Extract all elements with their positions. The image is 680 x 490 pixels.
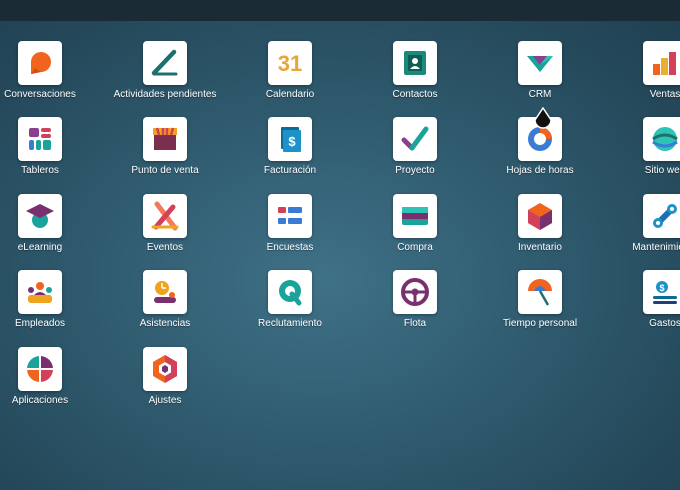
app-elearning[interactable]: eLearning	[0, 194, 95, 253]
app-label: Asistencias	[139, 318, 191, 329]
app-ajustes[interactable]: Ajustes	[110, 347, 220, 406]
app-label: Punto de venta	[131, 165, 199, 176]
crm-icon	[518, 41, 562, 85]
dollar-symbol: $	[288, 134, 296, 149]
app-conversaciones[interactable]: Conversaciones	[0, 41, 95, 100]
app-label: Tiempo personal	[502, 318, 578, 329]
cursor-icon	[534, 107, 552, 129]
website-icon	[643, 117, 680, 161]
app-label: Ventas	[649, 89, 680, 100]
app-label: Reclutamiento	[258, 318, 322, 329]
elearning-icon	[18, 194, 62, 238]
app-sitio-web[interactable]: Sitio web	[610, 117, 680, 176]
app-flota[interactable]: Flota	[360, 270, 470, 329]
app-label: Ajustes	[148, 395, 182, 406]
invoicing-icon: $	[268, 117, 312, 161]
time-off-icon	[518, 270, 562, 314]
settings-icon	[143, 347, 187, 391]
app-actividades-pendientes[interactable]: Actividades pendientes	[110, 41, 220, 100]
app-inventario[interactable]: Inventario	[485, 194, 595, 253]
app-label: Tableros	[21, 165, 59, 176]
app-label: Proyecto	[395, 165, 435, 176]
app-label: Inventario	[518, 242, 562, 253]
surveys-icon	[268, 194, 312, 238]
attendances-icon	[143, 270, 187, 314]
conversations-icon	[18, 41, 62, 85]
app-label: Calendario	[265, 89, 315, 100]
app-facturacion[interactable]: $ Facturación	[235, 117, 345, 176]
contacts-icon	[393, 41, 437, 85]
app-label: Compra	[397, 242, 433, 253]
app-label: Eventos	[146, 242, 184, 253]
app-tableros[interactable]: Tableros	[0, 117, 95, 176]
app-grid: Conversaciones Actividades pendientes 31…	[0, 0, 680, 490]
app-label: Empleados	[14, 318, 66, 329]
sales-icon	[643, 41, 680, 85]
app-label: Flota	[403, 318, 427, 329]
calendar-icon: 31	[268, 41, 312, 85]
app-label: Aplicaciones	[11, 395, 69, 406]
app-compra[interactable]: Compra	[360, 194, 470, 253]
inventory-icon	[518, 194, 562, 238]
purchase-icon	[393, 194, 437, 238]
app-label: eLearning	[17, 242, 63, 253]
app-calendario[interactable]: 31 Calendario	[235, 41, 345, 100]
app-tiempo-personal[interactable]: Tiempo personal	[485, 270, 595, 329]
app-ventas[interactable]: Ventas	[610, 41, 680, 100]
events-icon	[143, 194, 187, 238]
app-label: Hojas de horas	[506, 165, 574, 176]
app-gastos[interactable]: $ Gastos	[610, 270, 680, 329]
recruitment-icon	[268, 270, 312, 314]
app-punto-de-venta[interactable]: Punto de venta	[110, 117, 220, 176]
app-label: Encuestas	[266, 242, 314, 253]
app-crm[interactable]: CRM	[485, 41, 595, 100]
app-eventos[interactable]: Eventos	[110, 194, 220, 253]
project-icon	[393, 117, 437, 161]
calendar-badge: 31	[278, 51, 302, 76]
apps-icon	[18, 347, 62, 391]
app-label: Contactos	[392, 89, 438, 100]
dashboards-icon	[18, 117, 62, 161]
app-aplicaciones[interactable]: Aplicaciones	[0, 347, 95, 406]
app-label: Conversaciones	[4, 89, 76, 100]
app-proyecto[interactable]: Proyecto	[360, 117, 470, 176]
app-label: Actividades pendientes	[113, 89, 217, 100]
app-asistencias[interactable]: Asistencias	[110, 270, 220, 329]
app-label: CRM	[528, 89, 552, 100]
app-label: Facturación	[263, 165, 317, 176]
app-reclutamiento[interactable]: Reclutamiento	[235, 270, 345, 329]
employees-icon	[18, 270, 62, 314]
app-label: Sitio web	[644, 165, 680, 176]
app-encuestas[interactable]: Encuestas	[235, 194, 345, 253]
app-mantenimiento[interactable]: Mantenimiento	[610, 194, 680, 253]
activities-icon	[143, 41, 187, 85]
dollar-symbol: $	[659, 283, 664, 293]
app-label: Gastos	[649, 318, 680, 329]
app-empleados[interactable]: Empleados	[0, 270, 95, 329]
point-of-sale-icon	[143, 117, 187, 161]
expenses-icon: $	[643, 270, 680, 314]
maintenance-icon	[643, 194, 680, 238]
app-contactos[interactable]: Contactos	[360, 41, 470, 100]
app-label: Mantenimiento	[632, 242, 680, 253]
fleet-icon	[393, 270, 437, 314]
